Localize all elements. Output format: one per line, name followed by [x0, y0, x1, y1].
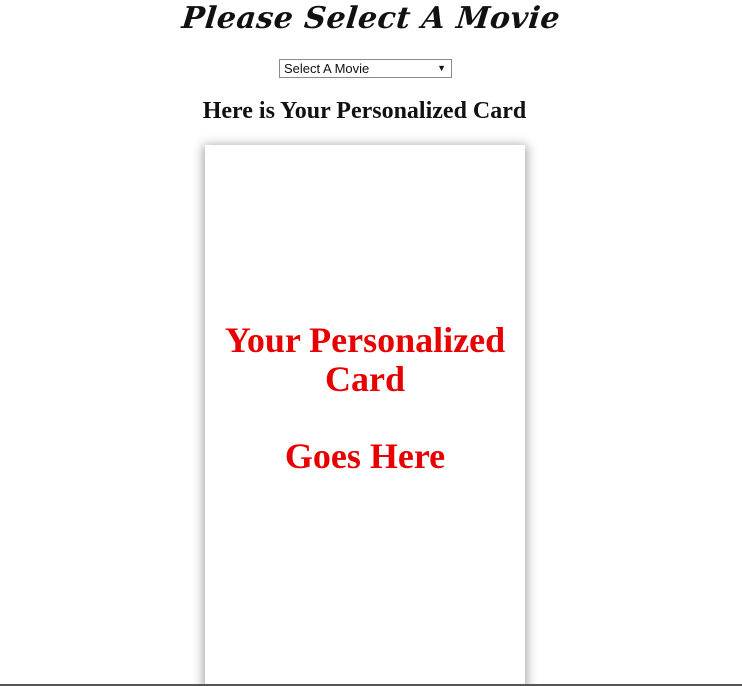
card-placeholder-line1: Your Personalized Card: [224, 320, 506, 399]
personalized-card: Your Personalized Card Goes Here: [205, 145, 525, 686]
card-placeholder-line2: Goes Here: [284, 436, 446, 476]
page-title: Please Select A Movie: [180, 1, 562, 36]
chevron-down-icon: ▼: [437, 63, 446, 73]
movie-select-value: Select A Movie: [284, 61, 370, 76]
card-heading: Here is Your Personalized Card: [202, 98, 527, 124]
movie-select-dropdown[interactable]: Select A Movie ▼: [279, 59, 452, 78]
